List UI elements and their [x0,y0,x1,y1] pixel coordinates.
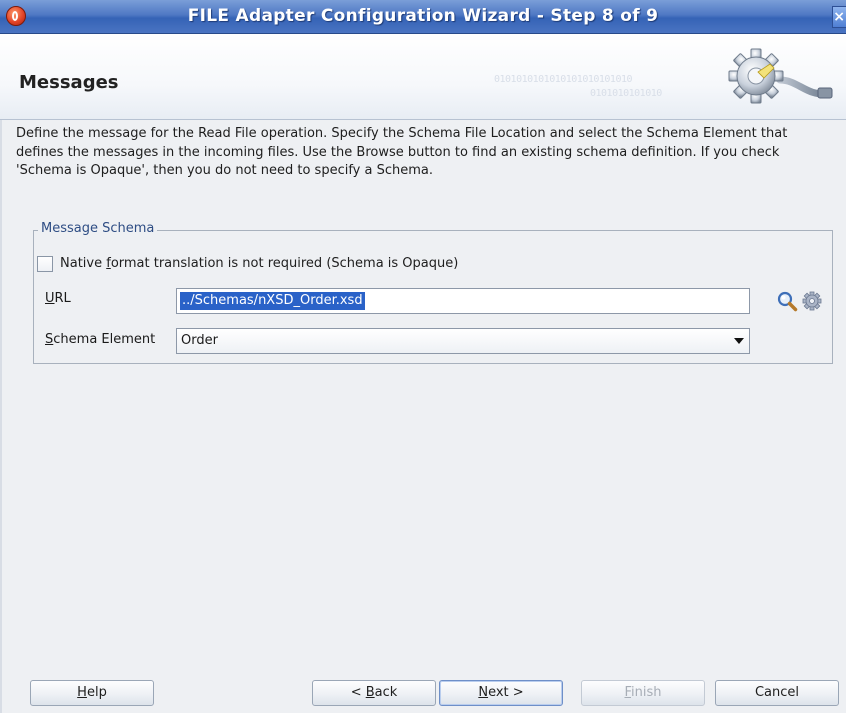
schema-element-value: Order [181,333,218,348]
cancel-button[interactable]: Cancel [715,680,839,706]
adapter-gear-icon [728,48,833,104]
search-icon[interactable] [776,290,798,312]
button-mnemonic: N [478,685,489,700]
label-text: Native [60,256,107,271]
button-label: ext > [488,685,524,700]
label-text: chema Element [53,332,156,347]
title-bar: FILE Adapter Configuration Wizard - Step… [0,0,846,34]
back-button[interactable]: < Back [312,680,436,706]
group-legend: Message Schema [38,221,158,236]
schema-opaque-label[interactable]: Native format translation is not require… [60,256,458,271]
button-label: < [350,685,366,700]
schema-opaque-checkbox[interactable] [37,256,53,272]
page-title: Messages [19,72,119,93]
step-description: Define the message for the Read File ope… [16,126,788,178]
button-mnemonic: B [365,685,375,700]
window-title: FILE Adapter Configuration Wizard - Step… [187,6,659,26]
button-label: elp [86,685,107,700]
url-value-selected: ../Schemas/nXSD_Order.xsd [180,292,365,310]
button-label: inish [631,685,662,700]
header-binary-decoration: 0101010101010101010101010 [494,74,633,85]
wizard-header: 0101010101010101010101010 0101010101010 … [0,34,846,120]
gear-icon[interactable] [801,290,823,312]
label-text: RL [54,291,71,306]
url-label: URL [45,291,71,306]
schema-element-label: Schema Element [45,332,155,347]
label-text: ormat translation is not required (Schem… [110,256,459,271]
help-button[interactable]: Help [30,680,154,706]
schema-element-select[interactable]: Order [176,328,750,354]
close-button[interactable]: × [832,6,846,28]
finish-button: Finish [581,680,705,706]
header-binary-decoration: 0101010101010 [590,88,662,99]
window-edge [0,120,2,713]
label-mnemonic: U [45,291,55,306]
url-input[interactable]: ../Schemas/nXSD_Order.xsd [176,288,750,314]
chevron-down-icon[interactable] [734,338,744,344]
button-mnemonic: H [77,685,87,700]
button-label: ack [374,685,398,700]
next-button[interactable]: Next > [439,680,563,706]
